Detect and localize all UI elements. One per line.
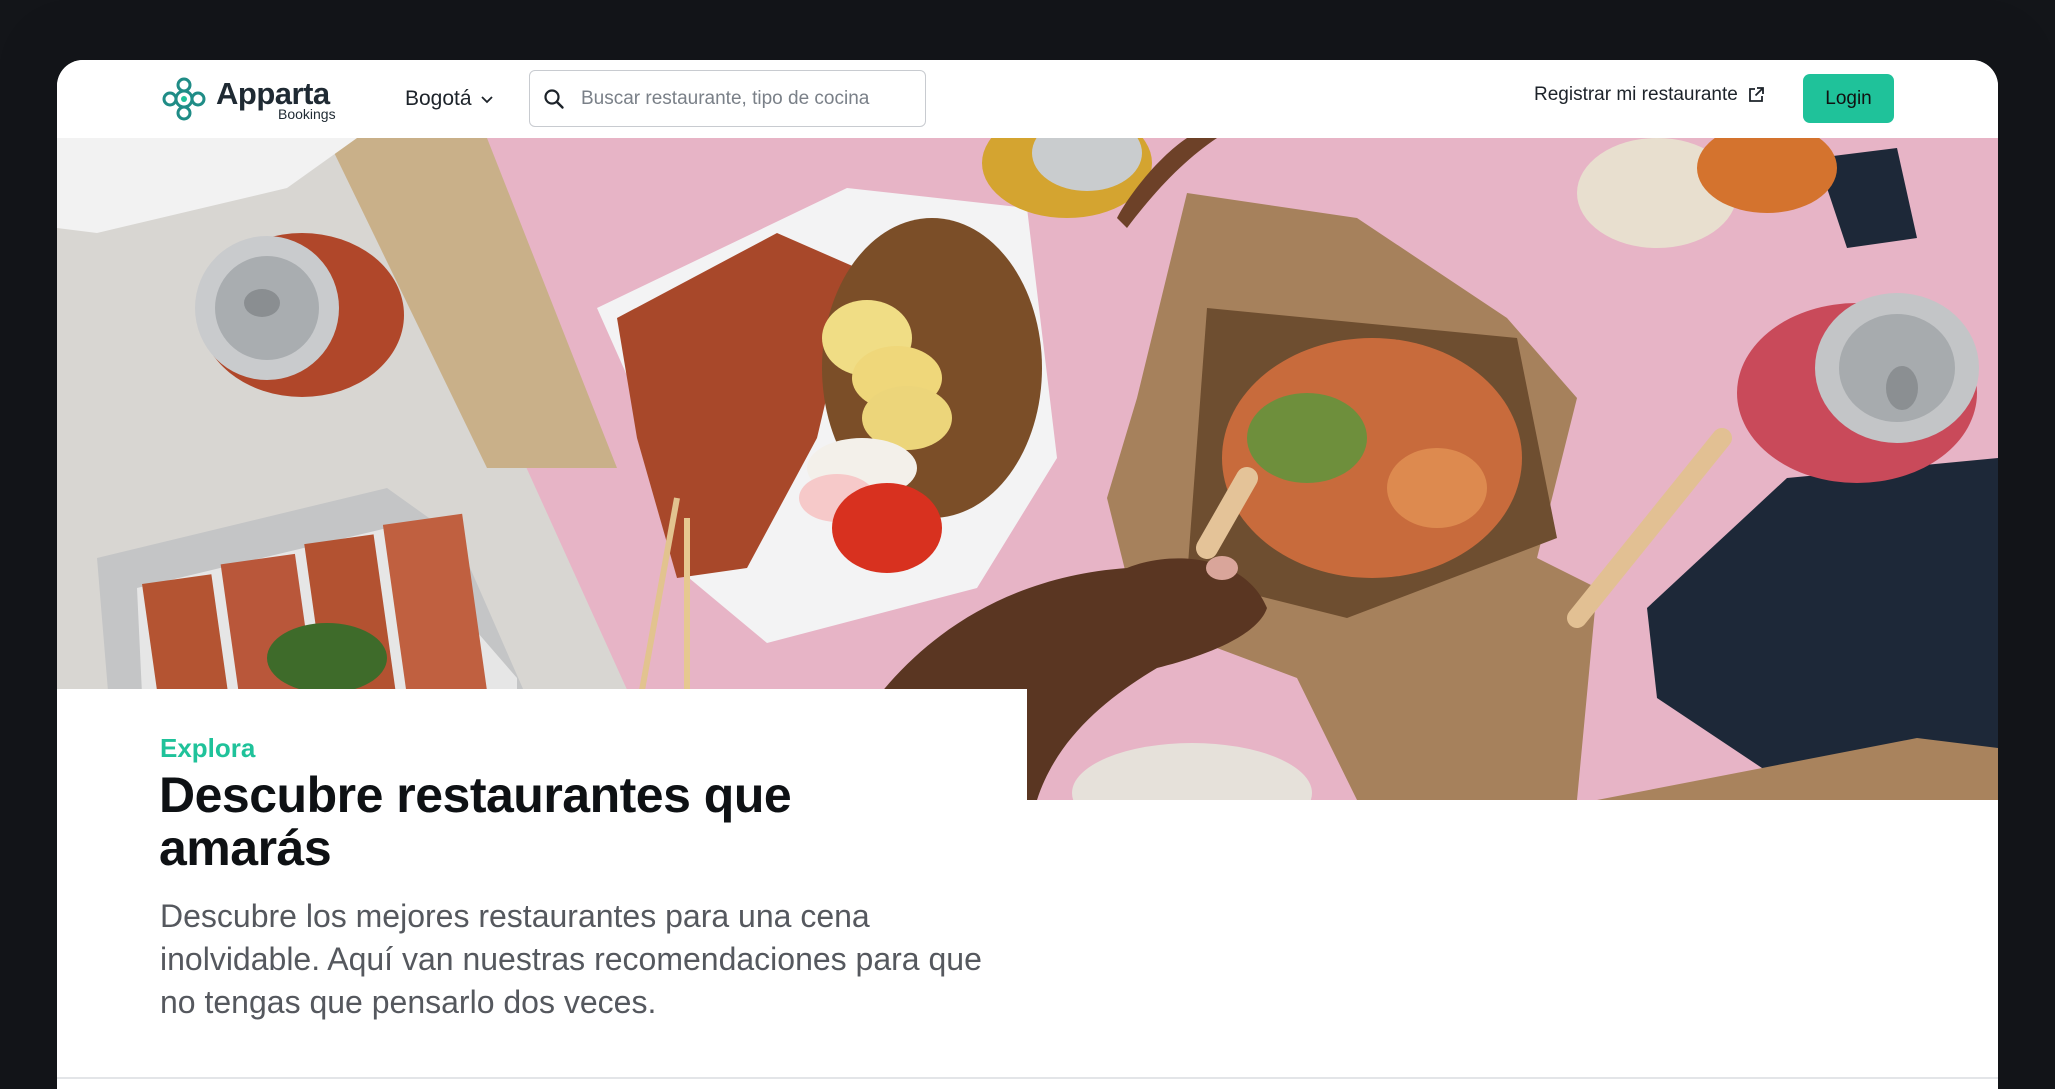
- login-button[interactable]: Login: [1803, 74, 1894, 123]
- search-icon: [544, 88, 564, 109]
- logo-mark-icon: [162, 77, 206, 121]
- apparta-logo[interactable]: Apparta Bookings: [160, 74, 346, 124]
- chevron-down-icon: [480, 96, 493, 104]
- page-title: Descubre restaurantes que amarás: [159, 767, 792, 876]
- browser-screen: Apparta Bookings Bogotá Registrar mi res…: [57, 60, 1998, 1089]
- logo-text: Apparta Bookings: [216, 74, 346, 124]
- search-input[interactable]: [581, 78, 891, 119]
- external-link-icon: [1748, 87, 1764, 102]
- top-nav: Apparta Bookings Bogotá Registrar mi res…: [57, 60, 1998, 138]
- register-label: Registrar mi restaurante: [1534, 84, 1738, 105]
- search-box[interactable]: [529, 70, 926, 127]
- city-label: Bogotá: [405, 87, 472, 110]
- intro-section: Explora Descubre restaurantes que amarás…: [57, 689, 1027, 1089]
- section-description: Descubre los mejores restaurantes para u…: [160, 898, 982, 1020]
- register-restaurant-link[interactable]: Registrar mi restaurante: [1534, 84, 1765, 106]
- logo-subtitle: Bookings: [278, 106, 336, 122]
- city-selector[interactable]: Bogotá: [405, 81, 494, 117]
- divider: [57, 1077, 1998, 1079]
- section-eyebrow: Explora: [160, 733, 256, 763]
